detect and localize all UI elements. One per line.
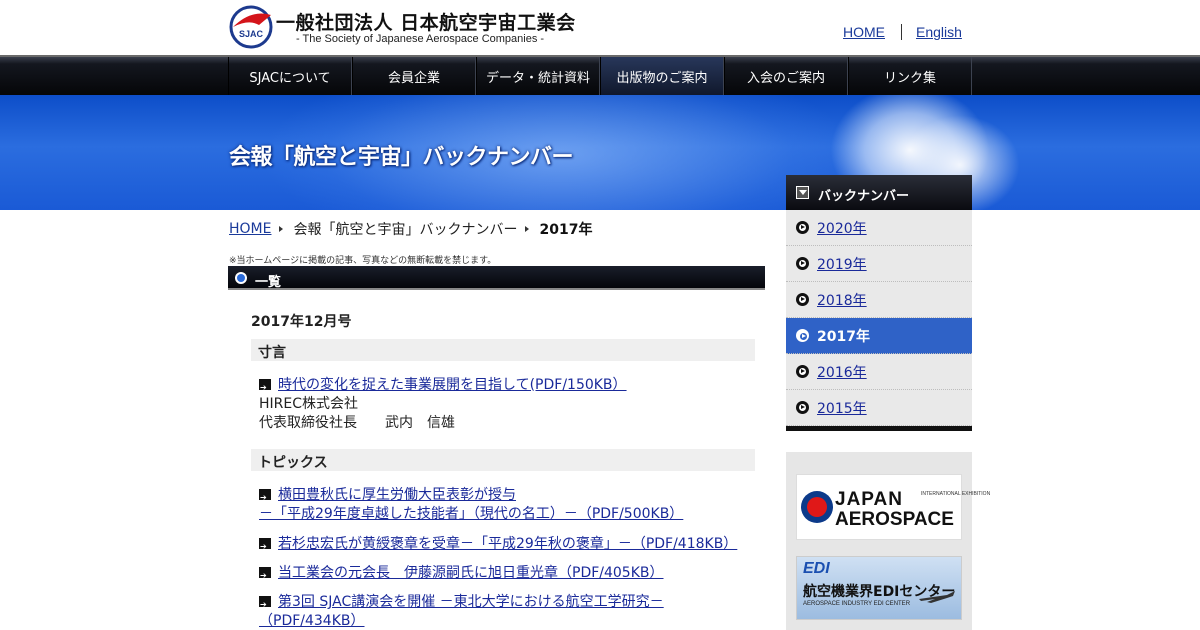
pdf-arrow-icon [259, 537, 271, 556]
year-link[interactable]: 2018年 [817, 290, 867, 310]
breadcrumb-arrow-icon [525, 226, 530, 232]
year-item-2018[interactable]: 2018年 [786, 282, 972, 318]
org-subtitle: - The Society of Japanese Aerospace Comp… [296, 33, 545, 45]
article-link[interactable]: 横田豊秋氏に厚生労働大臣表彰が授与 [278, 487, 516, 503]
sjac-logo-icon[interactable]: SJAC [229, 5, 273, 49]
article-item: 若杉忠宏氏が黄綬褒章を受章－「平成29年秋の褒章」－（PDF/418KB） [259, 535, 737, 556]
dropdown-icon [796, 186, 809, 199]
arrow-bullet-icon [796, 365, 809, 378]
nav-data[interactable]: データ・統計資料 [476, 57, 600, 95]
year-link[interactable]: 2020年 [817, 218, 867, 238]
org-name: 一般社団法人 日本航空宇宙工業会 [276, 12, 576, 34]
japan-aerospace-banner[interactable]: JAPAN AEROSPACE INTERNATIONAL EXHIBITION [796, 474, 991, 540]
nav-about[interactable]: SJACについて [228, 57, 352, 95]
english-link[interactable]: English [916, 24, 962, 40]
year-link[interactable]: 2016年 [817, 362, 867, 382]
section-title: 一覧 [255, 275, 282, 290]
banner-line-2: AEROSPACE [835, 509, 954, 530]
arrow-bullet-icon [796, 401, 809, 414]
pdf-arrow-icon [259, 595, 271, 614]
banner-line-1: JAPAN [835, 489, 903, 510]
breadcrumb-arrow-icon [279, 226, 284, 232]
year-list: 2020年 2019年 2018年 2017年 2016年 2015年 [786, 210, 972, 431]
site-header: SJAC 一般社団法人 日本航空宇宙工業会 - The Society of J… [0, 0, 1200, 55]
breadcrumb-home[interactable]: HOME [229, 221, 271, 237]
nav-join[interactable]: 入会のご案内 [724, 57, 848, 95]
pdf-arrow-icon [259, 566, 271, 585]
edi-subtitle: AEROSPACE INDUSTRY EDI CENTER [803, 601, 911, 607]
year-item-2020[interactable]: 2020年 [786, 210, 972, 246]
article-link-continued[interactable]: －「平成29年度卓越した技能者」（現代の名工）－（PDF/500KB） [259, 506, 683, 522]
article-link[interactable]: 時代の変化を捉えた事業展開を目指して(PDF/150KB） [278, 377, 627, 393]
pdf-arrow-icon [259, 488, 271, 507]
article-item: 時代の変化を捉えた事業展開を目指して(PDF/150KB） HIREC株式会社 … [259, 376, 627, 433]
issue-title: 2017年12月号 [251, 314, 352, 330]
article-company: HIREC株式会社 [259, 396, 359, 412]
arrow-bullet-icon [796, 221, 809, 234]
airplane-icon [919, 591, 955, 603]
hero-banner: 会報「航空と宇宙」バックナンバー [0, 95, 1200, 210]
copyright-notice: ※当ホームページに掲載の記事、写真などの無断転載を禁じます。 [229, 256, 497, 266]
sidebar-title: バックナンバー [818, 189, 910, 204]
category-heading: 寸言 [251, 339, 755, 361]
year-item-2016[interactable]: 2016年 [786, 354, 972, 390]
year-link[interactable]: 2015年 [817, 398, 867, 418]
article-link[interactable]: 若杉忠宏氏が黄綬褒章を受章－「平成29年秋の褒章」－（PDF/418KB） [278, 536, 737, 552]
year-item-2015[interactable]: 2015年 [786, 390, 972, 426]
home-link[interactable]: HOME [843, 24, 885, 40]
arrow-bullet-icon [796, 329, 809, 342]
year-item-2019[interactable]: 2019年 [786, 246, 972, 282]
banner-tag: INTERNATIONAL EXHIBITION [921, 491, 991, 497]
year-item-2017[interactable]: 2017年 [786, 318, 972, 354]
sidebar-heading: バックナンバー [786, 175, 972, 210]
japan-aerospace-logo-icon [801, 491, 833, 523]
article-item: 第3回 SJAC講演会を開催 －東北大学における航空工学研究－ （PDF/434… [259, 593, 664, 630]
section-heading: 一覧 [228, 266, 765, 290]
article-link-continued[interactable]: （PDF/434KB） [259, 613, 365, 629]
link-divider [901, 24, 902, 40]
edi-logo: EDI [803, 560, 830, 577]
svg-text:SJAC: SJAC [239, 29, 264, 39]
pdf-arrow-icon [259, 378, 271, 397]
arrow-bullet-icon [796, 293, 809, 306]
article-author: 代表取締役社長 武内 信雄 [259, 415, 455, 431]
breadcrumb-parent: 会報「航空と宇宙」バックナンバー [293, 222, 518, 238]
nav-publications[interactable]: 出版物のご案内 [600, 57, 724, 95]
top-links: HOME English [843, 24, 962, 40]
year-label: 2017年 [817, 328, 870, 345]
main-nav: SJACについて 会員企業 データ・統計資料 出版物のご案内 入会のご案内 リン… [228, 57, 972, 95]
bullet-icon [235, 272, 247, 284]
arrow-bullet-icon [796, 257, 809, 270]
article-link[interactable]: 当工業会の元会長 伊藤源嗣氏に旭日重光章（PDF/405KB） [278, 565, 664, 581]
breadcrumb-current: 2017年 [539, 222, 593, 238]
year-link[interactable]: 2019年 [817, 254, 867, 274]
article-item: 当工業会の元会長 伊藤源嗣氏に旭日重光章（PDF/405KB） [259, 564, 664, 585]
category-heading: トピックス [251, 449, 755, 471]
sidebar-banners: JAPAN AEROSPACE INTERNATIONAL EXHIBITION… [786, 452, 991, 630]
article-link[interactable]: 第3回 SJAC講演会を開催 －東北大学における航空工学研究－ [278, 594, 664, 610]
article-item: 横田豊秋氏に厚生労働大臣表彰が授与 －「平成29年度卓越した技能者」（現代の名工… [259, 486, 683, 524]
main-nav-bar: SJACについて 会員企業 データ・統計資料 出版物のご案内 入会のご案内 リン… [0, 55, 1200, 95]
edi-center-banner[interactable]: EDI 航空機業界EDIセンター AEROSPACE INDUSTRY EDI … [796, 556, 962, 620]
breadcrumb: HOME 会報「航空と宇宙」バックナンバー 2017年 [229, 219, 592, 239]
nav-links[interactable]: リンク集 [848, 57, 972, 95]
nav-members[interactable]: 会員企業 [352, 57, 476, 95]
hero-title: 会報「航空と宇宙」バックナンバー [229, 145, 574, 170]
